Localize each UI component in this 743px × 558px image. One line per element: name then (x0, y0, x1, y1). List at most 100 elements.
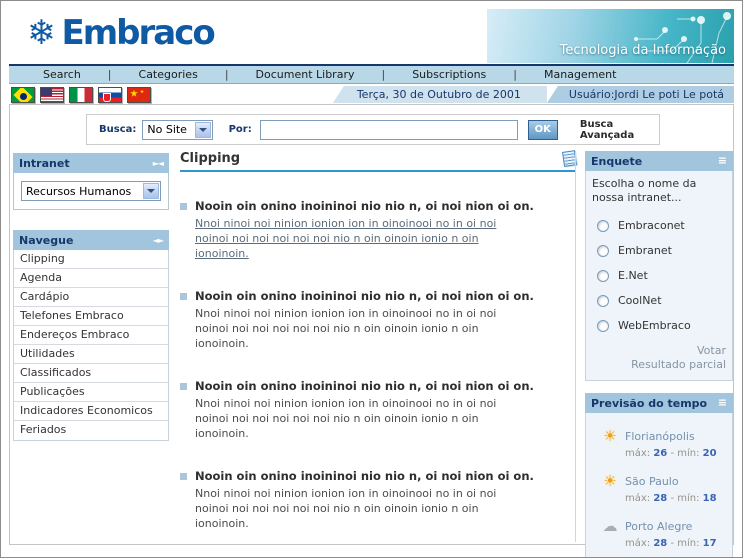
italy-flag-icon[interactable] (69, 87, 93, 103)
news-item: Nooin oin onino inoininoi nio nio n, oi … (180, 199, 576, 261)
poll-panel-header: Enquete ≡ (585, 151, 733, 171)
nav-separator: | (108, 68, 112, 81)
weather-city-row: ☀ São Paulo máx: 28 - mín: 18 (600, 472, 728, 504)
por-label: Por: (229, 124, 252, 135)
weather-panel-header: Previsão do tempo ≡ (585, 393, 733, 413)
temp-separator: - (670, 538, 674, 549)
min-value: 18 (703, 493, 717, 504)
page-title: Clipping (180, 151, 240, 166)
max-value: 28 (653, 538, 667, 549)
min-value: 20 (703, 448, 717, 459)
news-body: Nnoi ninoi noi ninion ionion ion in oino… (195, 396, 529, 441)
radio-button-icon[interactable] (597, 245, 609, 257)
right-sidebar: Enquete ≡ Escolha o nome da nossa intran… (575, 151, 733, 542)
bullet-icon (180, 203, 187, 210)
weather-panel: Previsão do tempo ≡ ☀ Florianópolis máx:… (585, 393, 733, 558)
temp-separator: - (670, 493, 674, 504)
poll-option-label: E.Net (618, 269, 648, 282)
city-temps: máx: 28 - mín: 18 (625, 493, 728, 504)
language-flags (11, 87, 151, 103)
logo-text: Embraco (62, 13, 214, 53)
max-label: máx: (625, 448, 650, 459)
radio-button-icon[interactable] (597, 320, 609, 332)
china-flag-icon[interactable] (127, 87, 151, 103)
search-input[interactable] (260, 120, 518, 140)
max-label: máx: (625, 493, 650, 504)
weather-title: Previsão do tempo (591, 397, 707, 410)
min-label: mín: (677, 538, 699, 549)
max-value: 26 (653, 448, 667, 459)
usa-flag-icon[interactable] (40, 87, 64, 103)
department-select[interactable]: Recursos Humanos (21, 181, 161, 201)
weather-city-row: ☀ Florianópolis máx: 26 - mín: 20 (600, 427, 728, 459)
news-item: Nooin oin onino inoininoi nio nio n, oi … (180, 469, 576, 531)
intranet-panel-header: Intranet ►◄ (13, 153, 169, 173)
user-badge: Usuário:Jordi Le poti Le potá (547, 86, 734, 103)
news-item: Nooin oin onino inoininoi nio nio n, oi … (180, 289, 576, 351)
chevron-down-icon[interactable] (143, 183, 159, 199)
poll-option-enet[interactable]: E.Net (592, 263, 726, 288)
poll-option-coolnet[interactable]: CoolNet (592, 288, 726, 313)
nav-tab-categories[interactable]: Categories (139, 68, 198, 81)
embraco-logo[interactable]: ❄ Embraco (27, 13, 214, 53)
nav-tab-subscriptions[interactable]: Subscriptions (412, 68, 486, 81)
nav-tab-search[interactable]: Search (43, 68, 81, 81)
news-body: Nnoi ninoi noi ninion ionion ion in oino… (195, 486, 529, 531)
poll-title: Enquete (591, 155, 642, 168)
sidebar-item-clipping[interactable]: Clipping (14, 250, 168, 269)
news-list: Nooin oin onino inoininoi nio nio n, oi … (180, 199, 576, 531)
left-sidebar: Intranet ►◄ Recursos Humanos Navegue ◄► … (13, 153, 169, 441)
radio-button-icon[interactable] (597, 270, 609, 282)
sidebar-item-telefones-embraco[interactable]: Telefones Embraco (14, 307, 168, 326)
temp-separator: - (670, 448, 674, 459)
navegue-panel-header: Navegue ◄► (13, 230, 169, 250)
partial-results-link[interactable]: Resultado parcial (592, 358, 726, 372)
panel-menu-icon[interactable]: ≡ (718, 398, 727, 408)
panel-menu-icon[interactable]: ≡ (718, 156, 727, 166)
ok-button[interactable]: OK (528, 120, 558, 140)
slovakia-flag-icon[interactable] (98, 87, 122, 103)
min-label: mín: (677, 448, 699, 459)
search-scope-select[interactable]: No Site (142, 120, 212, 140)
nav-tab-management[interactable]: Management (544, 68, 616, 81)
poll-option-label: CoolNet (618, 294, 662, 307)
nav-separator: | (381, 68, 385, 81)
intranet-portal-page: ❄ Embraco (0, 0, 743, 558)
poll-option-webembraco[interactable]: WebEmbraco (592, 313, 726, 338)
collapse-arrows-icon[interactable]: ►◄ (153, 159, 163, 168)
chevron-down-icon[interactable] (195, 122, 211, 138)
city-name[interactable]: Porto Alegre (625, 520, 692, 533)
nav-tab-document-library[interactable]: Document Library (256, 68, 355, 81)
sidebar-item-enderecos-embraco[interactable]: Endereços Embraco (14, 326, 168, 345)
votar-link[interactable]: Votar (592, 344, 726, 358)
navegue-panel: Navegue ◄► Clipping Agenda Cardápio Tele… (13, 230, 169, 441)
sidebar-item-agenda[interactable]: Agenda (14, 269, 168, 288)
header-banner: ❄ Embraco (9, 9, 734, 63)
city-name[interactable]: Florianópolis (625, 430, 695, 443)
min-value: 17 (703, 538, 717, 549)
brazil-flag-icon[interactable] (11, 87, 35, 103)
status-bar: Terça, 30 de Outubro de 2001 Usuário:Jor… (9, 86, 734, 103)
top-navbar: Search | Categories | Document Library |… (9, 64, 734, 84)
bullet-icon (180, 383, 187, 390)
poll-option-embranet[interactable]: Embranet (592, 238, 726, 263)
news-body-link[interactable]: Nnoi ninoi noi ninion ionion ion in oino… (195, 216, 529, 261)
radio-button-icon[interactable] (597, 295, 609, 307)
weather-city-row: ☁ Porto Alegre máx: 28 - mín: 17 (600, 517, 728, 549)
poll-option-embraconet[interactable]: Embraconet (592, 213, 726, 238)
news-body: Nnoi ninoi noi ninion ionion ion in oino… (195, 306, 529, 351)
poll-links: Votar Resultado parcial (592, 344, 726, 372)
sidebar-item-publicacoes[interactable]: Publicações (14, 383, 168, 402)
sidebar-item-classificados[interactable]: Classificados (14, 364, 168, 383)
sidebar-item-feriados[interactable]: Feriados (14, 421, 168, 440)
navegue-list: Clipping Agenda Cardápio Telefones Embra… (13, 250, 169, 441)
sidebar-item-indicadores-economicos[interactable]: Indicadores Economicos (14, 402, 168, 421)
city-name[interactable]: São Paulo (625, 475, 679, 488)
radio-button-icon[interactable] (597, 220, 609, 232)
sidebar-item-utilidades[interactable]: Utilidades (14, 345, 168, 364)
advanced-search-link[interactable]: Busca Avançada (580, 119, 659, 141)
clipping-header: Clipping (180, 151, 576, 172)
sidebar-item-cardapio[interactable]: Cardápio (14, 288, 168, 307)
bullet-icon (180, 293, 187, 300)
collapse-arrows-icon[interactable]: ◄► (153, 236, 163, 245)
